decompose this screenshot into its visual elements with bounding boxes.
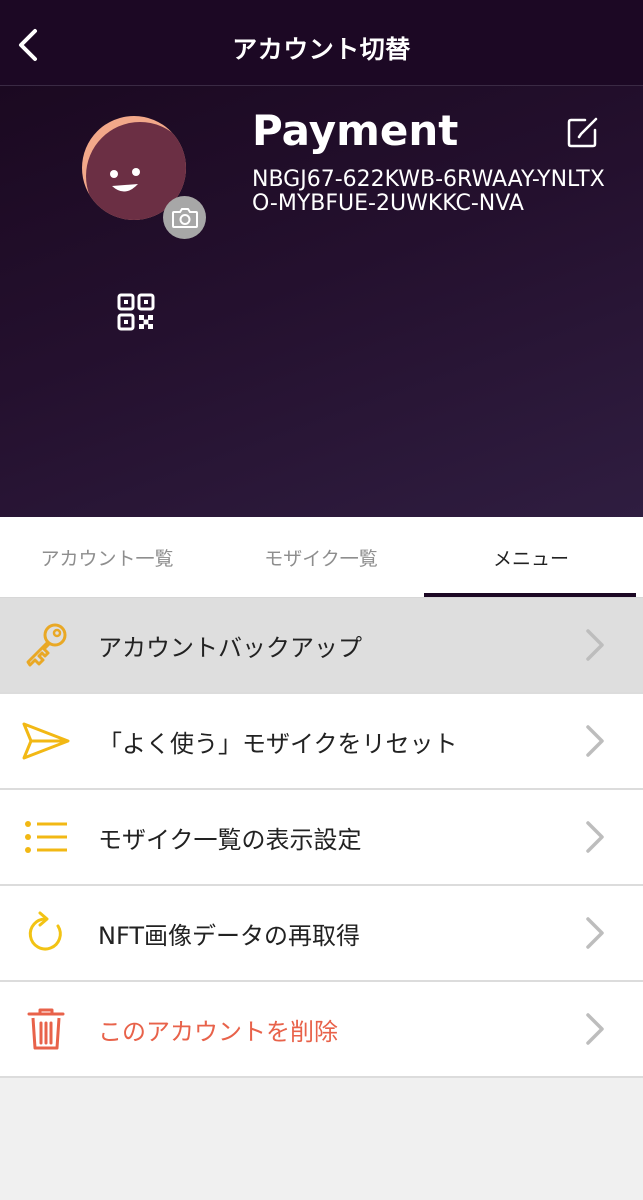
menu-item-label: モザイク一覧の表示設定 [98, 826, 362, 854]
menu-item-label: このアカウントを削除 [98, 1018, 338, 1046]
edit-icon [567, 117, 598, 148]
key-icon [26, 623, 67, 667]
tab-bar: アカウント一覧 モザイク一覧 メニュー [0, 517, 643, 598]
camera-icon [171, 207, 198, 228]
change-avatar-button[interactable] [163, 196, 206, 239]
menu-item-label: NFT画像データの再取得 [98, 922, 360, 950]
chevron-right-icon [586, 629, 604, 661]
trash-icon [27, 1008, 65, 1050]
menu-item-refetch-nft-images[interactable]: NFT画像データの再取得 [0, 886, 643, 982]
menu-item-delete-account[interactable]: このアカウントを削除 [0, 982, 643, 1078]
menu-item-mosaic-display-settings[interactable]: モザイク一覧の表示設定 [0, 790, 643, 886]
menu-item-label: 「よく使う」モザイクをリセット [98, 730, 458, 758]
refresh-icon [28, 911, 62, 951]
menu-item-reset-favorite-mosaics[interactable]: 「よく使う」モザイクをリセット [0, 694, 643, 790]
top-bar: アカウント切替 [0, 0, 643, 86]
account-name: Payment [252, 106, 459, 155]
menu-list: アカウントバックアップ 「よく使う」モザイクをリセット モザイク一覧の表示設定 … [0, 598, 643, 1078]
active-tab-indicator [424, 593, 636, 597]
menu-item-account-backup[interactable]: アカウントバックアップ [0, 598, 643, 694]
qr-code-button[interactable] [116, 292, 156, 332]
chevron-right-icon [586, 917, 604, 949]
page-title: アカウント切替 [232, 35, 411, 64]
chevron-right-icon [586, 1013, 604, 1045]
tab-menu[interactable]: メニュー [424, 517, 638, 597]
edit-name-button[interactable] [565, 114, 601, 150]
send-icon [22, 722, 70, 760]
qr-code-icon [117, 293, 155, 331]
tab-account-list[interactable]: アカウント一覧 [0, 517, 214, 597]
tab-mosaic-list[interactable]: モザイク一覧 [214, 517, 428, 597]
list-icon [25, 821, 67, 853]
account-address: NBGJ67-622KWB-6RWAAY-YNLTXO-MYBFUE-2UWKK… [252, 167, 605, 216]
menu-item-label: アカウントバックアップ [98, 634, 362, 662]
chevron-right-icon [586, 725, 604, 757]
chevron-right-icon [586, 821, 604, 853]
